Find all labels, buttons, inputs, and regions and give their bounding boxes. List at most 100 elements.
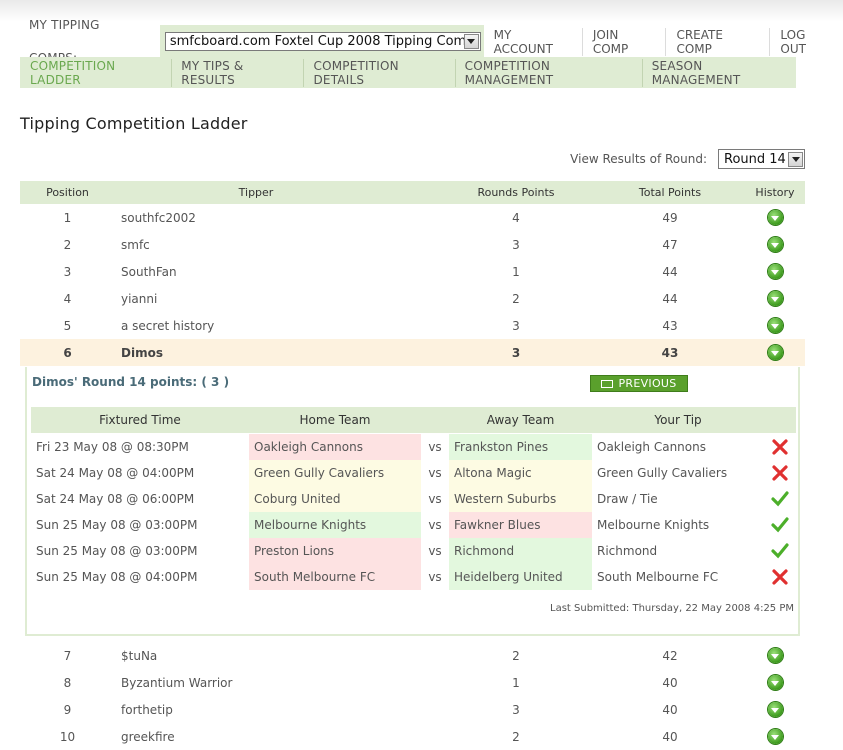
table-row: 4 yianni 2 44: [20, 285, 805, 312]
round-select[interactable]: Round 14: [718, 149, 805, 169]
log-out-link[interactable]: LOG OUT: [769, 27, 843, 56]
table-row: 9 forthetip 3 40: [20, 696, 805, 723]
round-points-cell: 1: [512, 675, 520, 690]
away-team: Heidelberg United: [449, 564, 592, 590]
cross-icon: [772, 465, 788, 481]
tipper-cell[interactable]: greekfire: [115, 730, 437, 744]
tipper-cell[interactable]: $tuNa: [115, 649, 437, 663]
chevron-down-icon[interactable]: [788, 151, 803, 167]
vs-label: vs: [428, 544, 442, 558]
tipper-cell[interactable]: Byzantium Warrior: [115, 676, 437, 690]
previous-button[interactable]: PREVIOUS: [590, 375, 688, 392]
expand-history-icon[interactable]: [767, 345, 783, 360]
home-team: South Melbourne FC: [249, 564, 421, 590]
fixture-time: Sun 25 May 08 @ 03:00PM: [36, 518, 198, 532]
away-team: Frankston Pines: [449, 434, 592, 460]
round-selector: View Results of Round: Round 14: [570, 149, 805, 169]
chevron-down-icon[interactable]: [463, 34, 479, 49]
expand-history-icon[interactable]: [767, 648, 783, 663]
away-team: Richmond: [449, 538, 592, 564]
fixture-row: Fri 23 May 08 @ 08:30PM Oakleigh Cannons v…: [31, 434, 796, 460]
cross-icon: [772, 569, 788, 585]
total-points-cell: 40: [662, 702, 678, 717]
fixtures-header: Fixtured Time Home Team Away Team Your T…: [31, 407, 796, 433]
vs-label: vs: [428, 492, 442, 506]
away-team: Altona Magic: [449, 460, 592, 486]
table-row: 5 a secret history 3 43: [20, 312, 805, 339]
table-row: 10 greekfire 2 40: [20, 723, 805, 750]
create-comp-link[interactable]: CREATE COMP: [665, 27, 769, 56]
history-cell: [745, 345, 805, 360]
fixtures-table: Fixtured Time Home Team Away Team Your T…: [31, 407, 796, 590]
your-tip: Oakleigh Cannons: [597, 440, 706, 454]
result-cell: [764, 486, 796, 512]
fixture-time: Sat 24 May 08 @ 06:00PM: [36, 492, 195, 506]
expand-history-icon[interactable]: [767, 675, 783, 690]
tab-season-management[interactable]: SEASON MANAGEMENT: [641, 58, 796, 87]
vs-label: vs: [428, 440, 442, 454]
check-icon: [771, 517, 789, 533]
ladder-table: Position Tipper Rounds Points Total Poin…: [20, 181, 805, 366]
round-points-cell: 4: [512, 210, 520, 225]
result-cell: [764, 564, 796, 590]
away-team: Western Suburbs: [449, 486, 592, 512]
tab-my-tips-results[interactable]: MY TIPS & RESULTS: [171, 58, 303, 87]
expand-history-icon[interactable]: [767, 264, 783, 279]
history-cell: [745, 702, 805, 717]
tipper-cell[interactable]: Dimos: [115, 346, 437, 360]
backspace-icon: [601, 379, 614, 388]
tab-competition-ladder[interactable]: COMPETITION LADDER: [20, 59, 171, 87]
comp-select[interactable]: smfcboard.com Foxtel Cup 2008 Tipping Co…: [164, 32, 481, 51]
expand-history-icon[interactable]: [767, 291, 783, 306]
expand-history-icon[interactable]: [767, 210, 783, 225]
ladder-header: Position Tipper Rounds Points Total Poin…: [20, 181, 805, 204]
total-points-cell: 49: [662, 210, 678, 225]
top-nav: MY TIPPING COMPS: smfcboard.com Foxtel C…: [20, 18, 843, 65]
header-position: Position: [46, 186, 89, 199]
expand-history-icon[interactable]: [767, 729, 783, 744]
tipper-cell[interactable]: southfc2002: [115, 211, 437, 225]
history-cell: [745, 729, 805, 744]
header-home-team: Home Team: [299, 413, 371, 427]
comp-select-value: smfcboard.com Foxtel Cup 2008 Tipping Co…: [169, 34, 464, 49]
expand-history-icon[interactable]: [767, 318, 783, 333]
tipper-cell[interactable]: SouthFan: [115, 265, 437, 279]
table-row: 6 Dimos 3 43: [20, 339, 805, 366]
round-select-value: Round 14: [724, 151, 786, 167]
fixture-row: Sun 25 May 08 @ 03:00PM Melbourne Knights…: [31, 512, 796, 538]
ladder-table-continued: 7 $tuNa 2 42 8 Byzantium Warrior 1 40 9 forthetip…: [20, 642, 805, 750]
table-row: 3 SouthFan 1 44: [20, 258, 805, 285]
previous-button-label: PREVIOUS: [618, 377, 677, 390]
tipper-cell[interactable]: yianni: [115, 292, 437, 306]
history-cell: [745, 237, 805, 252]
tipper-cell[interactable]: a secret history: [115, 319, 437, 333]
vs-label: vs: [428, 466, 442, 480]
header-fixtured-time: Fixtured Time: [99, 413, 181, 427]
join-comp-link[interactable]: JOIN COMP: [581, 27, 666, 56]
total-points-cell: 42: [662, 648, 678, 663]
round-detail-panel: Dimos' Round 14 points: ( 3 ) PREVIOUS F…: [25, 367, 800, 636]
header-away-team: Away Team: [486, 413, 555, 427]
position-cell: 7: [63, 648, 72, 663]
tipper-cell[interactable]: smfc: [115, 238, 437, 252]
round-points-cell: 3: [511, 345, 521, 360]
expand-history-icon[interactable]: [767, 702, 783, 717]
position-cell: 9: [63, 702, 72, 717]
your-tip: Green Gully Cavaliers: [597, 466, 728, 480]
tab-competition-management[interactable]: COMPETITION MANAGEMENT: [454, 58, 642, 87]
result-cell: [764, 434, 796, 460]
position-cell: 4: [63, 291, 72, 306]
comp-select-container: smfcboard.com Foxtel Cup 2008 Tipping Co…: [159, 25, 484, 58]
fixture-row: Sun 25 May 08 @ 03:00PM Preston Lions vs Ri…: [31, 538, 796, 564]
expand-history-icon[interactable]: [767, 237, 783, 252]
sub-nav: COMPETITION LADDER MY TIPS & RESULTS COM…: [20, 57, 796, 88]
my-account-link[interactable]: MY ACCOUNT: [484, 28, 582, 56]
position-cell: 5: [63, 318, 72, 333]
account-links: MY ACCOUNT JOIN COMP CREATE COMP LOG OUT: [484, 25, 843, 58]
position-cell: 3: [63, 264, 72, 279]
your-tip: Draw / Tie: [597, 492, 658, 506]
tab-competition-details[interactable]: COMPETITION DETAILS: [303, 58, 454, 87]
round-points-cell: 2: [512, 648, 520, 663]
header-history: History: [755, 186, 795, 199]
tipper-cell[interactable]: forthetip: [115, 703, 437, 717]
